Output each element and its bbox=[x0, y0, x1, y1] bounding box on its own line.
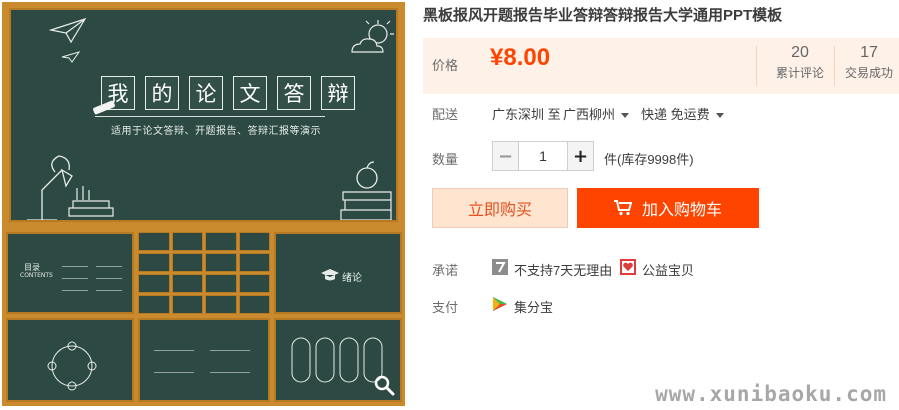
sun-cloud-icon bbox=[351, 20, 394, 53]
jifenbao-icon bbox=[493, 297, 507, 311]
apple-books-icon bbox=[340, 161, 392, 220]
reviews-label: 累计评论 bbox=[775, 66, 824, 80]
desk-lamp-icon bbox=[27, 155, 114, 220]
title-char: 的 bbox=[145, 76, 179, 110]
stock-text: 件(库存9998件) bbox=[604, 152, 694, 167]
price-label: 价格 bbox=[432, 58, 459, 73]
product-title: 黑板报风开题报告毕业答辩答辩报告大学通用PPT模板 bbox=[423, 7, 783, 24]
quantity-label: 数量 bbox=[432, 152, 459, 167]
sales-stat: 17 交易成功 bbox=[839, 44, 899, 81]
product-preview-image[interactable]: 我 的 论 文 答 辩 适用于论文答辩、开题报告、答辩汇报等演示 目录 CONT… bbox=[2, 2, 405, 406]
cycle-diagram-icon bbox=[47, 341, 97, 391]
charity-heart-icon bbox=[620, 259, 636, 275]
add-to-cart-label: 加入购物车 bbox=[641, 202, 722, 219]
pill-shapes-icon bbox=[291, 337, 383, 383]
seven-day-return-icon bbox=[492, 259, 508, 275]
buy-now-button[interactable]: 立即购买 bbox=[432, 188, 568, 228]
main-title: 我 的 论 文 答 辩 bbox=[101, 76, 355, 110]
promise-label: 承诺 bbox=[432, 263, 459, 278]
thumb-catalog-subtitle: CONTENTS bbox=[20, 272, 53, 279]
paper-plane-icon bbox=[49, 17, 87, 44]
title-underline bbox=[95, 116, 325, 117]
slide-thumbnail-conclusion[interactable]: 绪论 bbox=[274, 232, 402, 314]
slide-thumbnail-grid[interactable] bbox=[138, 232, 270, 314]
price-panel: 价格 ¥8.00 20 累计评论 17 交易成功 bbox=[423, 38, 899, 94]
delivery-destination-select[interactable]: 广西柳州 bbox=[563, 104, 630, 123]
stat-divider bbox=[834, 46, 835, 86]
slide-thumbnail-diagram[interactable] bbox=[6, 318, 134, 402]
add-to-cart-button[interactable]: 加入购物车 bbox=[577, 188, 759, 228]
title-char: 答 bbox=[277, 76, 311, 110]
decrease-button[interactable]: − bbox=[492, 141, 519, 171]
title-char: 论 bbox=[189, 76, 223, 110]
payment-text[interactable]: 集分宝 bbox=[514, 297, 553, 316]
zoom-icon[interactable] bbox=[373, 374, 395, 396]
paper-plane-small-icon bbox=[61, 51, 81, 63]
slide-thumbnail-boxes[interactable] bbox=[138, 318, 270, 402]
delivery-from: 广东深圳 至 bbox=[492, 107, 561, 122]
reviews-count: 20 bbox=[791, 44, 809, 61]
main-slide-preview: 我 的 论 文 答 辩 适用于论文答辩、开题报告、答辩汇报等演示 bbox=[9, 8, 398, 222]
title-char: 辩 bbox=[321, 76, 355, 110]
graduation-cap-icon bbox=[321, 269, 339, 281]
charity-text[interactable]: 公益宝贝 bbox=[642, 260, 694, 279]
delivery-label: 配送 bbox=[432, 107, 459, 122]
increase-button[interactable]: + bbox=[567, 141, 594, 171]
price-value: ¥8.00 bbox=[490, 44, 551, 71]
site-watermark: www.xunibaoku.com bbox=[655, 382, 887, 406]
promise-text[interactable]: 不支持7天无理由 bbox=[514, 260, 612, 279]
sales-label: 交易成功 bbox=[844, 66, 893, 80]
chevron-down-icon bbox=[621, 113, 630, 119]
cart-icon bbox=[613, 200, 632, 216]
quantity-input[interactable]: 1 bbox=[519, 141, 567, 171]
slide-thumbnail-catalog[interactable]: 目录 CONTENTS bbox=[6, 232, 134, 314]
reviews-stat[interactable]: 20 累计评论 bbox=[770, 44, 830, 81]
thumb-conclusion-title: 绪论 bbox=[342, 273, 362, 284]
quantity-stepper: − 1 + bbox=[492, 141, 594, 171]
shipping-select[interactable]: 快递 免运费 bbox=[641, 104, 724, 123]
chalk-icon bbox=[92, 100, 116, 115]
shipping-method: 快递 免运费 bbox=[641, 107, 710, 122]
delivery-destination: 广西柳州 bbox=[563, 107, 616, 122]
payment-label: 支付 bbox=[432, 300, 459, 315]
chevron-down-icon bbox=[715, 113, 724, 119]
title-char: 文 bbox=[233, 76, 267, 110]
stat-divider bbox=[756, 46, 757, 86]
slide-subtitle: 适用于论文答辩、开题报告、答辩汇报等演示 bbox=[111, 126, 321, 137]
sales-count: 17 bbox=[860, 44, 878, 61]
